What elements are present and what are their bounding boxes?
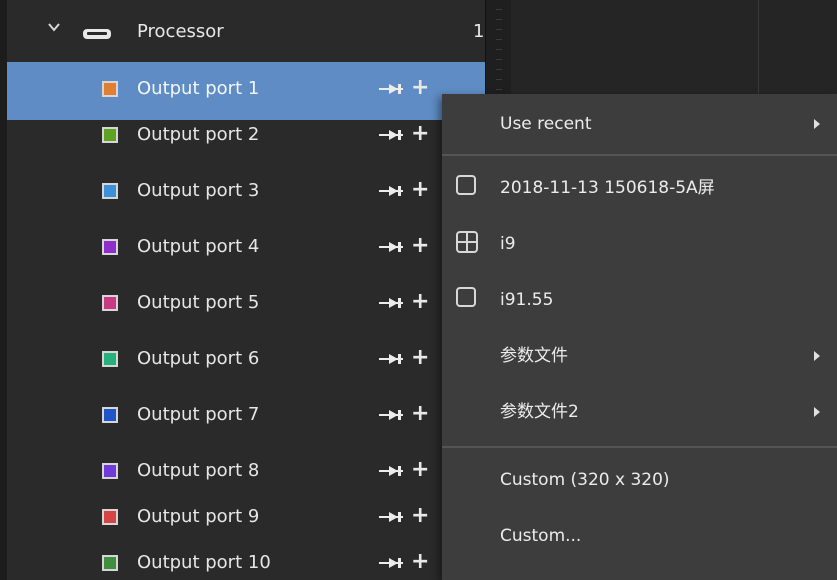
port-row-10[interactable]: Output port 10 + [7, 540, 485, 580]
plus-icon[interactable]: + [411, 551, 429, 573]
pin-icon[interactable] [378, 127, 404, 143]
color-swatch[interactable] [102, 555, 118, 571]
row-actions: + [378, 179, 448, 203]
submenu-arrow-icon [814, 407, 820, 417]
port-label: Output port 4 [137, 236, 260, 257]
row-actions: + [378, 551, 448, 575]
processor-icon [82, 25, 112, 39]
port-row-6[interactable]: Output port 6 + [7, 332, 485, 390]
pin-icon[interactable] [378, 509, 404, 525]
pin-icon[interactable] [378, 555, 404, 571]
context-menu: Use recent 2018-11-13 150618-5A屏 i9 i91.… [442, 94, 837, 580]
port-label: Output port 9 [137, 506, 260, 527]
pin-icon[interactable] [378, 463, 404, 479]
pin-icon[interactable] [378, 183, 404, 199]
row-actions: + [378, 403, 448, 427]
menu-item-use-recent[interactable]: Use recent [442, 102, 837, 146]
port-row-3[interactable]: Output port 3 + [7, 164, 485, 222]
color-swatch[interactable] [102, 509, 118, 525]
row-actions: + [378, 291, 448, 315]
row-actions: + [378, 77, 448, 101]
port-label: Output port 2 [137, 124, 260, 145]
pin-icon[interactable] [378, 295, 404, 311]
row-actions: + [378, 235, 448, 259]
left-edge-strip [0, 0, 7, 580]
menu-separator [442, 154, 837, 156]
color-swatch[interactable] [102, 239, 118, 255]
menu-item-preset-2018[interactable]: 2018-11-13 150618-5A屏 [442, 166, 837, 210]
menu-separator [442, 446, 837, 448]
menu-item-custom-320[interactable]: Custom (320 x 320) [442, 458, 837, 502]
port-row-4[interactable]: Output port 4 + [7, 220, 485, 278]
row-actions: + [378, 459, 448, 483]
menu-item-label: 参数文件2 [500, 402, 579, 422]
port-row-5[interactable]: Output port 5 + [7, 276, 485, 334]
port-label: Output port 8 [137, 460, 260, 481]
pin-icon[interactable] [378, 407, 404, 423]
color-swatch[interactable] [102, 183, 118, 199]
grid-layout-icon [456, 231, 478, 253]
port-label: Output port 7 [137, 404, 260, 425]
pin-icon[interactable] [378, 81, 404, 97]
pin-icon[interactable] [378, 351, 404, 367]
color-swatch[interactable] [102, 81, 118, 97]
submenu-arrow-icon [814, 119, 820, 129]
submenu-arrow-icon [814, 351, 820, 361]
menu-item-param-file[interactable]: 参数文件 [442, 334, 837, 378]
port-row-7[interactable]: Output port 7 + [7, 388, 485, 446]
color-swatch[interactable] [102, 407, 118, 423]
checkbox-icon [456, 175, 476, 195]
plus-icon[interactable]: + [411, 235, 429, 257]
chevron-down-icon[interactable] [47, 20, 61, 34]
color-swatch[interactable] [102, 295, 118, 311]
menu-item-preset-i91-55[interactable]: i91.55 [442, 278, 837, 322]
processor-title: Processor [137, 21, 224, 42]
plus-icon[interactable]: + [411, 123, 429, 145]
plus-icon[interactable]: + [411, 505, 429, 527]
color-swatch[interactable] [102, 127, 118, 143]
port-label: Output port 10 [137, 552, 271, 573]
menu-item-label: Custom... [500, 526, 582, 546]
plus-icon[interactable]: + [411, 459, 429, 481]
plus-icon[interactable]: + [411, 179, 429, 201]
menu-item-label: i9 [500, 234, 516, 254]
color-swatch[interactable] [102, 463, 118, 479]
port-label: Output port 3 [137, 180, 260, 201]
port-label: Output port 6 [137, 348, 260, 369]
color-swatch[interactable] [102, 351, 118, 367]
menu-item-label: 2018-11-13 150618-5A屏 [500, 178, 715, 198]
menu-item-label: i91.55 [500, 290, 554, 310]
menu-item-param-file-2[interactable]: 参数文件2 [442, 390, 837, 434]
menu-item-preset-i9[interactable]: i9 [442, 222, 837, 266]
menu-item-label: Custom (320 x 320) [500, 470, 670, 490]
plus-icon[interactable]: + [411, 347, 429, 369]
plus-icon[interactable]: + [411, 291, 429, 313]
processor-count: 1 [473, 21, 485, 42]
port-label: Output port 1 [137, 78, 260, 99]
row-actions: + [378, 123, 448, 147]
plus-icon[interactable]: + [411, 403, 429, 425]
menu-item-custom[interactable]: Custom... [442, 514, 837, 558]
checkbox-icon [456, 287, 476, 307]
port-label: Output port 5 [137, 292, 260, 313]
port-row-2[interactable]: Output port 2 + [7, 108, 485, 166]
menu-item-label: Use recent [500, 114, 592, 134]
row-actions: + [378, 505, 448, 529]
plus-icon[interactable]: + [411, 77, 429, 99]
processor-group-row[interactable]: Processor 1 [7, 0, 485, 62]
row-actions: + [378, 347, 448, 371]
pin-icon[interactable] [378, 239, 404, 255]
menu-item-label: 参数文件 [500, 346, 568, 366]
